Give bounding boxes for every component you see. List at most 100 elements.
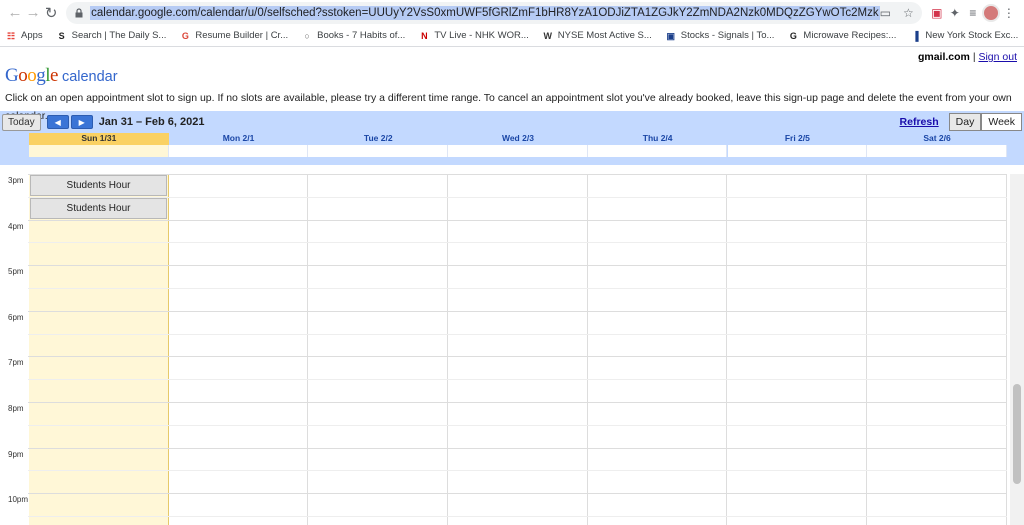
wsj-icon: W (543, 30, 553, 41)
user-email: gmail.com (917, 51, 970, 63)
day-header-row: Sun 1/31 Mon 2/1 Tue 2/2 Wed 2/3 Thu 2/4 Fri … (0, 133, 1024, 165)
day-column[interactable] (169, 174, 309, 525)
extensions-puzzle-icon[interactable]: ✦ (946, 2, 964, 24)
refresh-link[interactable]: Refresh (900, 116, 939, 128)
day-column-header: Fri 2/5 (727, 133, 868, 165)
bookmark-item[interactable]: ☷ Apps (6, 30, 43, 41)
hour-line (28, 265, 1007, 267)
hour-label: 10pm (8, 495, 29, 505)
day-column[interactable] (728, 174, 868, 525)
bookmark-label: Resume Builder | Cr... (195, 30, 289, 41)
cast-icon[interactable]: ▭ (880, 6, 891, 20)
bookmark-item[interactable]: ▐ New York Stock Exc... (910, 30, 1018, 41)
instructions-text: Click on an open appointment slot to sig… (5, 92, 1012, 122)
hour-line (28, 402, 1007, 403)
bookmark-label: Stocks - Signals | To... (680, 30, 775, 41)
back-icon[interactable]: ← (6, 2, 24, 24)
day-column-header: Mon 2/1 (168, 133, 309, 165)
hour-label: 5pm (8, 267, 24, 277)
hour-label: 3pm (8, 176, 24, 185)
hour-label: 9pm (8, 449, 24, 459)
day-column[interactable] (29, 174, 169, 525)
half-hour-line (28, 196, 1007, 198)
extension-pocket-icon[interactable]: ▣ (928, 2, 946, 24)
appointment-slot[interactable]: Students Hour (30, 175, 167, 196)
half-hour-line (28, 470, 1007, 472)
hour-line (28, 219, 1007, 221)
hour-line (28, 356, 1007, 358)
bookmark-item[interactable]: ▣ Stocks - Signals | To... (666, 30, 775, 41)
bookmark-item[interactable]: G Microwave Recipes:... (788, 30, 896, 41)
day-view-button[interactable]: Day (948, 113, 982, 131)
all-day-cell[interactable] (168, 145, 309, 157)
day-label: Tue 2/2 (363, 133, 393, 143)
day-label: Wed 2/3 (501, 133, 534, 143)
logo-letter: G (5, 65, 19, 86)
bookmark-item[interactable]: W NYSE Most Active S... (543, 30, 652, 41)
all-day-cell[interactable] (867, 145, 1007, 157)
lock-icon (75, 7, 83, 17)
browser-toolbar: ← → ↻ calendar.google.com/calendar/u/0/s… (0, 0, 1024, 25)
vertical-scrollbar[interactable] (1010, 174, 1024, 525)
all-day-cell[interactable] (29, 145, 169, 157)
bookmark-star-icon[interactable]: ☆ (903, 6, 914, 20)
all-day-cell[interactable] (308, 145, 449, 157)
stocks-icon: ▣ (666, 30, 676, 41)
book-icon: ○ (304, 30, 310, 41)
logo-letter: e (50, 65, 58, 86)
hour-label: 8pm (8, 404, 24, 413)
hour-line (28, 310, 1007, 312)
today-button[interactable]: Today (2, 113, 41, 131)
sign-out-link[interactable]: Sign out (978, 51, 1017, 63)
logo-letter: g (36, 65, 46, 86)
previous-week-button[interactable]: ◀ (46, 115, 69, 129)
week-view-button[interactable]: Week (981, 113, 1022, 131)
url-text[interactable]: calendar.google.com/calendar/u/0/selfsch… (90, 5, 880, 20)
day-label: Sun 1/31 (29, 133, 169, 145)
all-day-cell[interactable] (727, 145, 868, 157)
google-g-icon: G (181, 30, 189, 41)
hour-label: 7pm (8, 358, 24, 368)
all-day-cell[interactable] (587, 145, 728, 157)
address-bar[interactable]: calendar.google.com/calendar/u/0/selfsch… (66, 1, 922, 24)
day-column[interactable] (308, 174, 449, 525)
hour-label: 4pm (8, 221, 24, 231)
reload-icon[interactable]: ↻ (42, 2, 60, 24)
day-label: Sat 2/6 (923, 133, 951, 143)
date-range: Jan 31 – Feb 6, 2021 (98, 116, 205, 128)
appointment-slot[interactable]: Students Hour (30, 198, 167, 219)
day-column[interactable] (588, 174, 728, 525)
half-hour-line (28, 288, 1007, 289)
bars-icon: ▐ (912, 30, 919, 41)
day-column[interactable] (867, 174, 1007, 525)
day-column-header: Sat 2/6 (867, 133, 1007, 165)
recipe-icon: G (789, 30, 797, 41)
daily-stoic-icon: S (58, 30, 65, 41)
half-hour-line (28, 242, 1007, 244)
forward-icon[interactable]: → (24, 2, 42, 24)
bookmark-item[interactable]: N TV Live - NHK WOR... (419, 30, 529, 41)
bookmark-label: New York Stock Exc... (925, 30, 1019, 41)
scrollbar-thumb[interactable] (1013, 384, 1021, 484)
bookmark-item[interactable]: ○ Books - 7 Habits of... (302, 30, 405, 41)
hour-line (28, 493, 1007, 495)
bookmark-label: Apps (21, 30, 43, 41)
half-hour-line (28, 516, 1007, 517)
logo-letter: o (18, 65, 28, 86)
reading-list-icon[interactable]: ≡ (964, 2, 982, 24)
half-hour-line (28, 379, 1007, 381)
all-day-cell[interactable] (448, 145, 588, 157)
calendar-toolbar: Today ◀ ▶ Jan 31 – Feb 6, 2021 Refresh D… (0, 111, 1024, 133)
hour-line (28, 174, 1007, 175)
next-week-button[interactable]: ▶ (70, 115, 93, 129)
bookmark-item[interactable]: S Search | The Daily S... (57, 30, 167, 41)
calendar-grid: 3pm 4pm 5pm 6pm 7pm 8pm 9pm 10pm Students Hour St… (0, 174, 1024, 525)
half-hour-line (28, 333, 1007, 335)
profile-avatar[interactable] (981, 2, 1000, 24)
bookmark-label: TV Live - NHK WOR... (434, 30, 529, 41)
bookmark-label: NYSE Most Active S... (557, 30, 652, 41)
browser-menu-icon[interactable]: ⋮ (1000, 2, 1018, 24)
user-bar: gmail.com | Sign out (917, 51, 1017, 63)
day-column[interactable] (448, 174, 588, 525)
bookmark-item[interactable]: G Resume Builder | Cr... (180, 30, 288, 41)
